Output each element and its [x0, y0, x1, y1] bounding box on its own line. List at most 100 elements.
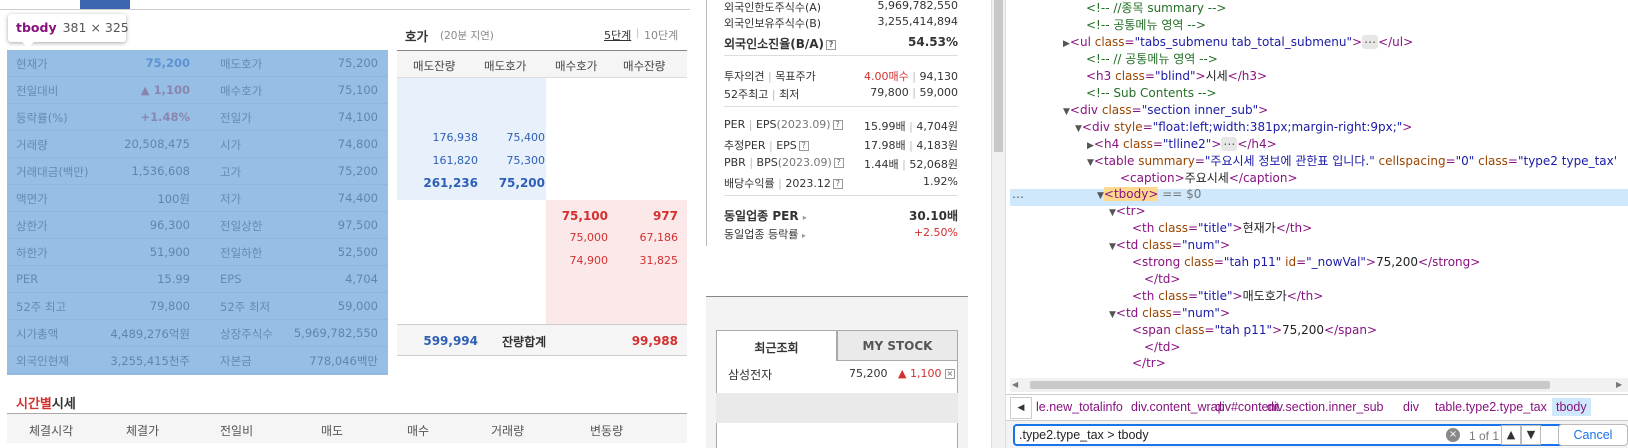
breadcrumb-item[interactable]: table.type2.type_tax: [1435, 400, 1547, 414]
remove-icon[interactable]: ×: [945, 369, 955, 379]
est-per-k1: 추정PER: [724, 139, 766, 152]
help-icon[interactable]: ?: [832, 120, 843, 130]
bid-price-2: 75,000: [569, 231, 609, 244]
dividend-label: 배당수익률 | 2023.12?: [724, 175, 843, 191]
expand-toggle-icon[interactable]: ▶: [1087, 141, 1094, 151]
industry-per-label[interactable]: 동일업종 PER ▸: [724, 207, 807, 224]
divider: [724, 106, 958, 107]
high-low-v2: 59,000: [919, 86, 959, 99]
dom-node-line[interactable]: <th class="title">매도호가</th>: [1132, 288, 1323, 305]
pbr-k1: PBR: [724, 156, 746, 169]
dom-node-line[interactable]: <h3 class="blind">시세</h3>: [1086, 68, 1267, 85]
est-per-value: 17.98배 | 4,183원: [864, 139, 958, 152]
dom-node-line[interactable]: <span class="tah p11">75,200</span>: [1132, 322, 1377, 339]
expand-toggle-icon[interactable]: ▼: [1087, 158, 1094, 168]
opinion-value: 4.00매수 | 94,130: [864, 70, 958, 83]
breadcrumb-back-icon[interactable]: ◀: [1010, 397, 1032, 419]
expand-toggle-icon[interactable]: ▶: [1063, 39, 1070, 49]
breadcrumb-item[interactable]: div.section.inner_sub: [1267, 400, 1384, 414]
node-actions-icon[interactable]: ⋯: [1012, 190, 1024, 204]
expand-toggle-icon[interactable]: ▼: [1109, 208, 1116, 218]
bid-price-3: 74,900: [569, 254, 609, 267]
ask-price-1: 75,400: [506, 131, 546, 144]
dividend-k2: 2023.12: [785, 177, 831, 190]
industry-rate-text: 동일업종 등락률: [724, 228, 799, 241]
expand-toggle-icon[interactable]: ▼: [1075, 124, 1082, 134]
pbr-year: (2023.09): [777, 156, 832, 169]
high-low-v1: 79,800: [870, 86, 909, 99]
est-per-v2: 4,183원: [916, 139, 958, 152]
scroll-left-icon[interactable]: ◀: [1012, 380, 1018, 389]
foreign-limit-value: 5,969,782,550: [877, 0, 958, 12]
ask-price-2: 75,300: [506, 154, 546, 167]
per-label: PER | EPS(2023.09)?: [724, 118, 843, 131]
hoga-total-bid: 99,988: [631, 334, 678, 348]
recent-item-name[interactable]: 삼성전자: [728, 366, 772, 383]
dom-node-line[interactable]: <!-- Sub Contents -->: [1086, 85, 1217, 102]
per-k1: PER: [724, 118, 746, 131]
hoga-header-row: 매도잔량 매도호가 매수호가 매수잔량: [397, 50, 687, 78]
dom-node-line[interactable]: </td>: [1144, 339, 1180, 356]
per-v2: 4,704원: [916, 120, 958, 133]
industry-rate-value: +2.50%: [913, 226, 958, 239]
inspect-highlight-overlay: [7, 50, 388, 375]
clear-search-icon[interactable]: ×: [1446, 428, 1460, 442]
find-cancel-button[interactable]: Cancel: [1558, 424, 1628, 446]
hoga-5-step-link[interactable]: 5단계: [604, 27, 631, 43]
devtools-hscrollbar-thumb[interactable]: [1030, 381, 1550, 389]
dom-node-line[interactable]: <!-- //종목 summary -->: [1086, 0, 1226, 17]
dom-node-line[interactable]: <!-- 공통메뉴 영역 -->: [1086, 17, 1206, 34]
hoga-10-step-link[interactable]: 10단계: [644, 27, 678, 43]
find-next-icon[interactable]: ▼: [1521, 425, 1541, 445]
tab-recent[interactable]: 최근조회: [716, 330, 837, 361]
expand-toggle-icon[interactable]: ▼: [1097, 191, 1104, 201]
pbr-k2: BPS: [756, 156, 778, 169]
find-prev-icon[interactable]: ▲: [1501, 425, 1521, 445]
recent-item-price: 75,200: [849, 367, 888, 380]
breadcrumb-item[interactable]: div: [1403, 400, 1419, 414]
dom-node-line[interactable]: <strong class="tah p11" id="_nowVal">75,…: [1132, 254, 1480, 271]
pbr-value: 1.44배 | 52,068원: [864, 158, 958, 171]
time-title-accent: 시간별: [16, 397, 52, 412]
expand-toggle-icon[interactable]: ▼: [1109, 242, 1116, 252]
expand-toggle-icon[interactable]: ▼: [1109, 310, 1116, 320]
hoga-title: 호가: [405, 29, 429, 44]
per-year: (2023.09): [776, 118, 831, 131]
industry-rate-label[interactable]: 동일업종 등락률 ▸: [724, 226, 806, 242]
page-scrollbar-thumb[interactable]: [994, 0, 1003, 152]
help-icon[interactable]: ?: [832, 179, 843, 189]
est-per-k2: EPS: [776, 139, 797, 152]
per-v1: 15.99배: [864, 120, 906, 133]
help-icon[interactable]: ?: [833, 158, 844, 168]
dom-node-line[interactable]: <!-- // 공통메뉴 영역 -->: [1086, 51, 1218, 68]
breadcrumb-item[interactable]: div.content_wrap: [1131, 400, 1225, 414]
foreign-ratio-text: 외국인소진율(B/A): [724, 37, 825, 51]
breadcrumb-item[interactable]: tbody: [1552, 398, 1591, 416]
tab-mystock[interactable]: MY STOCK: [837, 330, 958, 361]
opinion-label: 투자의견 | 목표주가: [724, 70, 816, 83]
breadcrumb: le.new_totalinfo div.content_wrap div#cont…: [1006, 394, 1628, 420]
breadcrumb-item[interactable]: le.new_totalinfo: [1036, 400, 1123, 414]
time-col-price: 체결가: [126, 424, 160, 438]
divider: [724, 195, 958, 196]
dom-node-line[interactable]: <caption>주요시세</caption>: [1120, 170, 1298, 187]
hoga-step-divider: |: [636, 28, 640, 39]
ask-qty-1: 176,938: [432, 131, 479, 144]
opinion-k1: 투자의견: [724, 70, 765, 83]
dom-node-line[interactable]: </tr>: [1132, 355, 1166, 372]
dom-node-line[interactable]: <th class="title">현재가</th>: [1132, 220, 1312, 237]
ask-price-3: 75,200: [498, 176, 545, 190]
help-icon[interactable]: ?: [798, 141, 809, 151]
high-low-k1: 52주최고: [724, 88, 769, 101]
inspect-tooltip: tbody 381 × 325: [8, 14, 129, 42]
dom-node-line[interactable]: </td>: [1144, 271, 1180, 288]
opinion-v1: 4.00매수: [864, 70, 909, 83]
tooltip-tag: tbody: [16, 20, 57, 35]
bid-qty-2: 67,186: [639, 231, 679, 244]
expand-toggle-icon[interactable]: ▼: [1063, 107, 1070, 117]
help-icon[interactable]: ?: [826, 40, 837, 50]
high-low-k2: 최저: [779, 88, 800, 101]
tooltip-size: 381 × 325: [62, 20, 129, 35]
scroll-right-icon[interactable]: ▶: [1616, 380, 1622, 389]
time-col-volume: 거래량: [491, 424, 525, 438]
